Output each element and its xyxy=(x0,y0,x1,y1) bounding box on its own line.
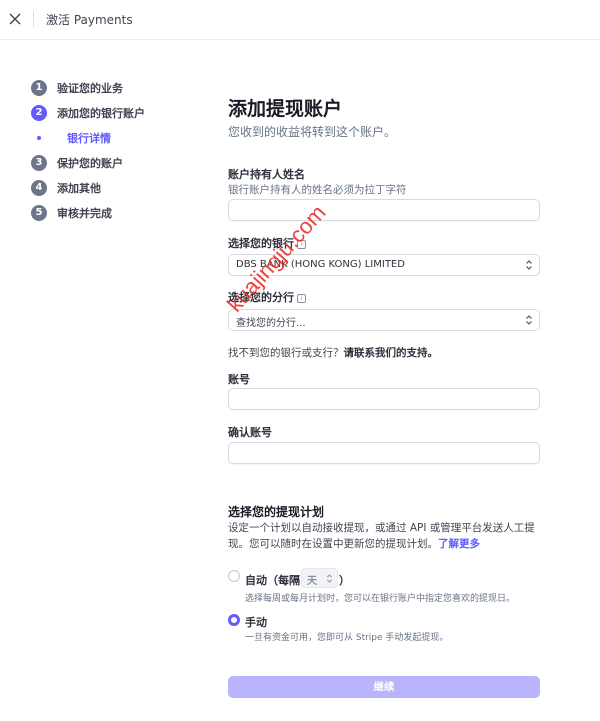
step-number: 3 xyxy=(31,155,47,171)
confirm-account-input[interactable] xyxy=(228,442,540,464)
step-add-bank-account[interactable]: 2 添加您的银行账户 xyxy=(31,104,181,122)
auto-label-post: ） xyxy=(339,574,350,587)
payout-desc-text: 设定一个计划以自动接收提现，或通过 API 或管理平台发送人工提现。您可以随时在… xyxy=(228,522,535,550)
select-arrows-icon xyxy=(326,574,333,583)
step-label: 保护您的账户 xyxy=(57,157,123,170)
step-review-finish[interactable]: 5 审核并完成 xyxy=(31,204,181,222)
branch-select[interactable]: 查找您的分行... xyxy=(228,309,540,331)
payout-description: 设定一个计划以自动接收提现，或通过 API 或管理平台发送人工提现。您可以随时在… xyxy=(228,520,540,552)
holder-name-hint: 银行账户持有人的姓名必须为拉丁字符 xyxy=(228,184,407,196)
manual-hint: 一旦有资金可用，您即可从 Stripe 手动发起提现。 xyxy=(245,633,449,643)
divider xyxy=(33,11,34,27)
interval-value: 天 xyxy=(307,576,317,587)
step-label: 添加您的银行账户 xyxy=(57,107,145,120)
branch-select-placeholder: 查找您的分行... xyxy=(236,318,306,329)
holder-name-label: 账户持有人姓名 xyxy=(228,168,305,181)
select-arrows-icon xyxy=(526,315,532,325)
form-title: 添加提现账户 xyxy=(228,98,343,120)
step-label: 审核并完成 xyxy=(57,207,112,220)
step-number: 2 xyxy=(31,105,47,121)
substep-label: 银行详情 xyxy=(67,132,111,145)
auto-hint: 选择每周或每月计划时，您可以在银行账户中指定您喜欢的提现日。 xyxy=(245,594,516,604)
step-number: 5 xyxy=(31,205,47,221)
manual-radio[interactable] xyxy=(228,614,240,626)
info-icon[interactable]: i xyxy=(297,294,306,303)
account-number-input[interactable] xyxy=(228,388,540,410)
current-dot xyxy=(37,136,41,140)
contact-support-link[interactable]: 请联系我们的支持。 xyxy=(344,347,439,359)
step-verify-business[interactable]: 1 验证您的业务 xyxy=(31,79,181,97)
learn-more-link[interactable]: 了解更多 xyxy=(438,538,480,550)
continue-button[interactable]: 继续 xyxy=(228,676,540,698)
top-bar: 激活 Payments xyxy=(0,0,600,40)
step-number: 1 xyxy=(31,80,47,96)
substep-bank-details[interactable]: 银行详情 xyxy=(31,129,181,147)
confirm-account-label: 确认账号 xyxy=(228,426,272,439)
close-icon[interactable] xyxy=(6,10,24,28)
manual-label: 手动 xyxy=(245,616,267,629)
account-number-label: 账号 xyxy=(228,373,250,386)
interval-select[interactable]: 天 xyxy=(301,568,338,588)
no-bank-question: 找不到您的银行或支行？ xyxy=(228,347,344,359)
step-add-other[interactable]: 4 添加其他 xyxy=(31,179,181,197)
step-number: 4 xyxy=(31,180,47,196)
step-label: 添加其他 xyxy=(57,182,101,195)
no-bank-text: 找不到您的银行或支行？请联系我们的支持。 xyxy=(228,345,438,360)
select-arrows-icon xyxy=(526,260,532,270)
step-label: 验证您的业务 xyxy=(57,82,123,95)
page-title: 激活 Payments xyxy=(46,13,133,27)
holder-name-input[interactable] xyxy=(228,199,540,221)
step-secure-account[interactable]: 3 保护您的账户 xyxy=(31,154,181,172)
payout-title: 选择您的提现计划 xyxy=(228,505,325,519)
auto-label-pre: 自动（每隔 xyxy=(245,574,300,587)
auto-radio[interactable] xyxy=(228,570,240,582)
form-subtitle: 您收到的收益将转到这个账户。 xyxy=(228,125,397,139)
